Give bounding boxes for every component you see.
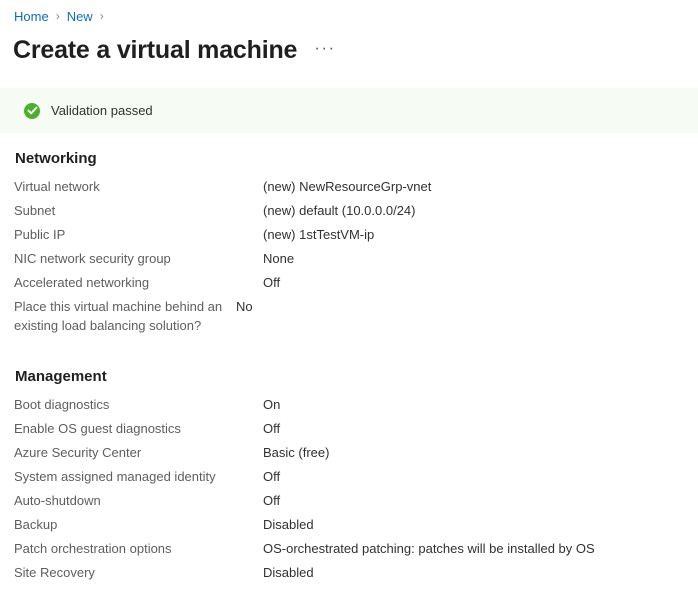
breadcrumb-separator-trailing: › <box>99 9 104 23</box>
row-label: Azure Security Center <box>14 445 142 460</box>
table-row: Place this virtual machine behind an exi… <box>14 297 698 335</box>
breadcrumb-item-new[interactable]: New <box>67 9 93 24</box>
validation-status-banner: Validation passed <box>0 88 698 133</box>
row-label: System assigned managed identity <box>14 469 216 484</box>
row-label: NIC network security group <box>14 251 171 266</box>
row-value: OS-orchestrated patching: patches will b… <box>263 541 595 556</box>
row-value: Off <box>263 493 281 508</box>
title-row: Create a virtual machine ··· <box>0 26 698 66</box>
table-row: Patch orchestration options OS-orchestra… <box>14 539 698 563</box>
table-row: Public IP (new) 1stTestVM-ip <box>14 225 698 249</box>
page-title: Create a virtual machine <box>13 36 298 64</box>
summary-content: Networking Virtual network (new) NewReso… <box>0 133 698 587</box>
row-label: Enable OS guest diagnostics <box>14 421 181 436</box>
breadcrumb-item-home[interactable]: Home <box>14 9 49 24</box>
row-label: Accelerated networking <box>14 275 150 290</box>
row-value: (new) default (10.0.0.0/24) <box>263 203 416 218</box>
breadcrumb-separator: › <box>55 9 60 23</box>
check-circle-icon <box>24 102 40 119</box>
row-label: Site Recovery <box>14 565 95 580</box>
row-label: Virtual network <box>14 179 100 194</box>
row-label: Auto-shutdown <box>14 493 101 508</box>
validation-status-text: Validation passed <box>51 102 153 118</box>
table-row: Backup Disabled <box>14 515 698 539</box>
section-heading-networking: Networking <box>15 150 97 167</box>
row-label: Place this virtual machine behind an exi… <box>14 299 223 333</box>
create-vm-page: Home › New › Create a virtual machine ··… <box>0 0 698 613</box>
table-row: NIC network security group None <box>14 249 698 273</box>
table-row: Subnet (new) default (10.0.0.0/24) <box>14 201 698 225</box>
row-value: Basic (free) <box>263 445 330 460</box>
section-networking: Networking Virtual network (new) NewReso… <box>0 133 698 335</box>
table-row: Boot diagnostics On <box>14 395 698 419</box>
table-row: Virtual network (new) NewResourceGrp-vne… <box>14 177 698 201</box>
row-value: None <box>263 251 295 266</box>
table-row: Azure Security Center Basic (free) <box>14 443 698 467</box>
row-value: Disabled <box>263 565 314 580</box>
table-row: Accelerated networking Off <box>14 273 698 297</box>
row-label: Boot diagnostics <box>14 397 110 412</box>
row-label: Backup <box>14 517 58 532</box>
section-management: Management Boot diagnostics On Enable OS… <box>0 335 698 587</box>
breadcrumb: Home › New › <box>0 0 698 26</box>
management-rows: Boot diagnostics On Enable OS guest diag… <box>14 395 698 587</box>
table-row: System assigned managed identity Off <box>14 467 698 491</box>
networking-rows: Virtual network (new) NewResourceGrp-vne… <box>14 177 698 335</box>
section-heading-management: Management <box>15 368 107 385</box>
row-value: (new) 1stTestVM-ip <box>263 227 375 242</box>
row-label: Subnet <box>14 203 56 218</box>
row-value: Off <box>263 275 281 290</box>
row-value: Disabled <box>263 517 314 532</box>
row-value: Off <box>263 421 281 436</box>
table-row: Enable OS guest diagnostics Off <box>14 419 698 443</box>
row-value: Off <box>263 469 281 484</box>
table-row: Auto-shutdown Off <box>14 491 698 515</box>
row-value: (new) NewResourceGrp-vnet <box>263 179 432 194</box>
row-value: No <box>236 299 253 314</box>
table-row: Site Recovery Disabled <box>14 563 698 587</box>
row-label: Public IP <box>14 227 66 242</box>
row-label: Patch orchestration options <box>14 541 172 556</box>
more-options-icon[interactable]: ··· <box>314 39 335 56</box>
row-value: On <box>263 397 281 412</box>
